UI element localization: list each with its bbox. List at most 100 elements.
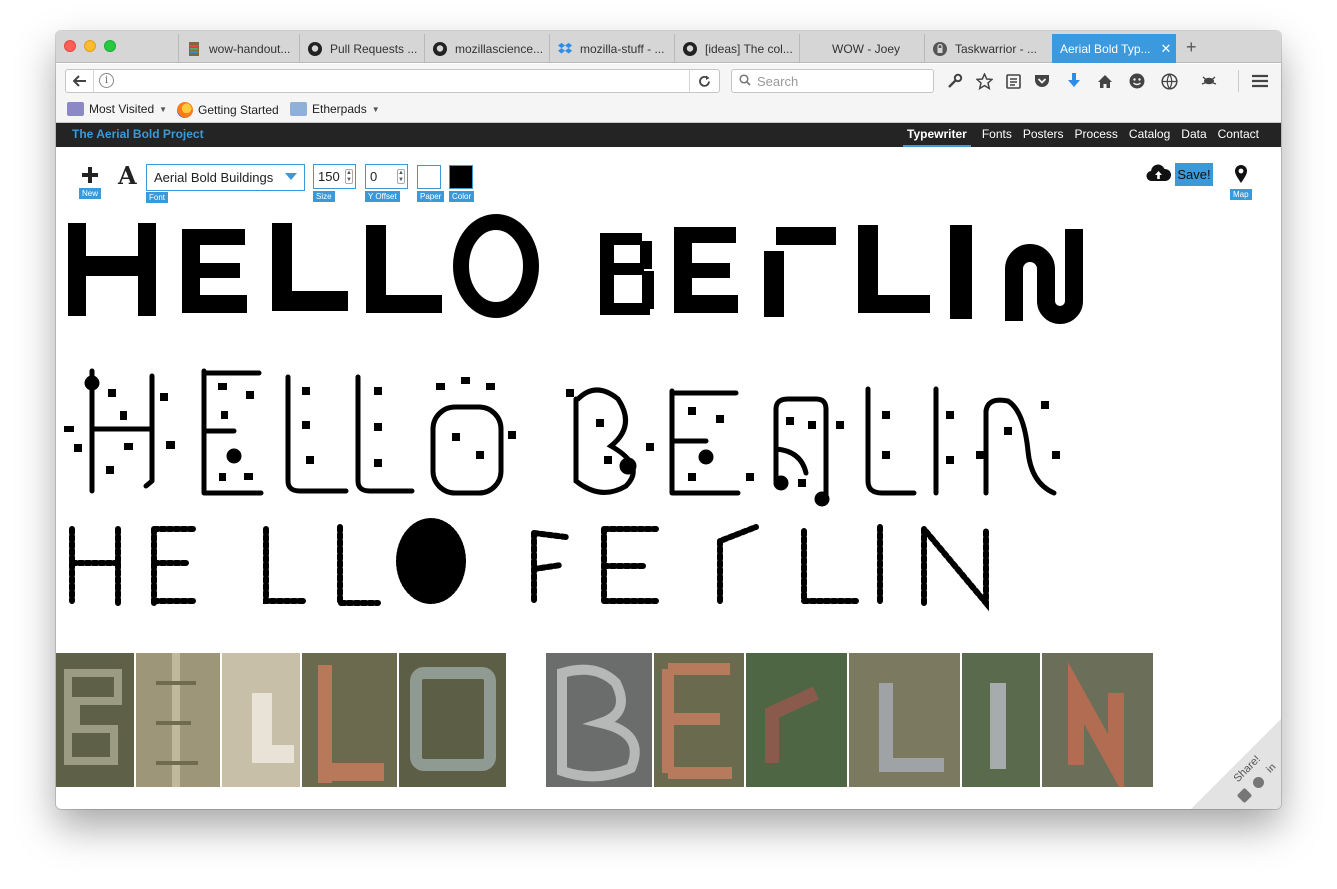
font-select-value: Aerial Bold Buildings [154,170,274,185]
firefox-icon [177,102,193,118]
map-label: Map [1230,189,1252,200]
lock-icon [933,41,947,56]
zoom-window-button[interactable] [104,40,116,52]
size-label: Size [313,191,335,202]
emoji-icon[interactable] [1127,70,1147,92]
menu-posters[interactable]: Posters [1023,123,1064,147]
menu-fonts[interactable]: Fonts [982,123,1012,147]
bookmark-star-icon[interactable] [974,70,994,92]
tab-mozillascience[interactable]: mozillascience... [424,34,548,63]
tab-aerial-bold[interactable]: Aerial Bold Typ... ✕ [1052,34,1176,63]
y-offset-label: Y Offset [365,191,400,202]
satellite-tile [222,653,300,787]
ink-color-swatch[interactable] [449,165,473,189]
typeset-preview [64,214,1083,612]
search-icon [739,73,751,89]
satellite-tile [962,653,1040,787]
bug-extension-icon[interactable] [1199,70,1219,92]
preview-row-trees [69,518,989,612]
tab-label: Pull Requests ... [330,41,418,56]
satellite-tile [56,653,134,787]
cloud-upload-icon[interactable] [1146,164,1172,187]
satellite-tile [302,653,397,787]
satellite-tile [136,653,220,787]
bookmark-most-visited[interactable]: Most Visited ▼ [67,102,167,116]
font-select[interactable]: Aerial Bold Buildings [146,164,305,191]
size-stepper[interactable]: 150 ▲ ▼ [313,164,356,189]
tab-mozilla-stuff[interactable]: mozilla-stuff - ... [549,34,673,63]
tab-label: [ideas] The col... [705,41,793,56]
color-label: Color [449,191,475,202]
tab-label: wow-handout... [209,41,291,56]
save-button[interactable]: Save! [1175,163,1213,186]
chevron-down-icon [285,173,297,180]
pocket-icon[interactable] [1032,70,1052,92]
menu-data[interactable]: Data [1181,123,1206,147]
reload-icon[interactable] [689,70,719,92]
font-icon: A [118,161,137,190]
download-icon[interactable] [1064,70,1084,92]
size-value: 150 [318,169,340,184]
satellite-tile [746,653,847,787]
tab-ideas[interactable]: [ideas] The col... [674,34,798,63]
tab-wow-joey[interactable]: WOW - Joey [799,34,923,63]
font-label: Font [146,192,169,203]
new-label: New [79,188,102,199]
satellite-tile [654,653,744,787]
search-placeholder: Search [757,73,799,89]
satellite-tile [849,653,960,787]
tab-wow-handout[interactable]: wow-handout... [178,34,298,63]
bookmarks-toolbar: Most Visited ▼ Getting Started Etherpads… [56,98,1281,123]
map-pin-icon [1230,164,1254,189]
tab-label: mozilla-stuff - ... [580,41,665,56]
tab-label: WOW - Joey [832,41,900,56]
site-brand[interactable]: The Aerial Bold Project [72,127,204,141]
back-arrow-icon[interactable] [66,70,94,92]
tab-taskwarrior[interactable]: Taskwarrior - ... [924,34,1052,63]
search-input[interactable]: Search [731,69,934,93]
site-menu: Typewriter Fonts Posters Process Catalog… [892,123,1259,147]
wrench-icon[interactable] [946,70,964,92]
github-icon [683,41,697,56]
reading-list-icon[interactable] [1003,70,1023,92]
bookmark-getting-started[interactable]: Getting Started [177,102,279,118]
menu-catalog[interactable]: Catalog [1129,123,1170,147]
bookmark-label: Getting Started [198,103,279,117]
home-icon[interactable] [1095,70,1115,92]
globe-extension-icon[interactable] [1159,70,1179,92]
new-tab-button[interactable]: + [1186,37,1197,58]
bookmark-label: Most Visited [89,102,155,116]
navigation-bar: i Search [56,64,1281,98]
minimize-window-button[interactable] [84,40,96,52]
paper-color-swatch[interactable] [417,165,441,189]
y-offset-stepper[interactable]: 0 ▲ ▼ [365,164,408,189]
url-bar[interactable]: i [65,69,720,93]
bookmark-etherpads[interactable]: Etherpads ▼ [290,102,380,116]
info-icon[interactable]: i [99,73,114,88]
spinner-icon[interactable]: ▲ ▼ [397,169,405,184]
folder-icon [290,102,307,116]
menu-contact[interactable]: Contact [1218,123,1259,147]
spinner-icon[interactable]: ▲ ▼ [345,169,353,184]
menu-typewriter[interactable]: Typewriter [903,123,971,147]
y-offset-value: 0 [370,169,378,184]
chevron-down-icon: ▼ [159,104,168,114]
satellite-letter-strip [56,653,1153,787]
notebook-icon [187,41,201,56]
toolbar-separator [1238,70,1239,92]
hamburger-menu-icon[interactable] [1250,70,1270,92]
tab-label: mozillascience... [455,41,544,56]
site-header: The Aerial Bold Project Typewriter Fonts… [56,123,1281,147]
close-window-button[interactable] [64,40,76,52]
tab-pull-requests[interactable]: Pull Requests ... [299,34,423,63]
paper-label: Paper [417,191,445,202]
share-corner[interactable]: Share! in [1191,719,1281,809]
close-tab-icon[interactable]: ✕ [1161,41,1172,57]
map-button[interactable]: Map [1230,164,1254,202]
new-button[interactable]: New [79,163,102,203]
satellite-tile [546,653,652,787]
github-icon [308,41,322,56]
bookmark-label: Etherpads [312,102,367,116]
tab-label: Taskwarrior - ... [955,41,1038,56]
menu-process[interactable]: Process [1075,123,1118,147]
